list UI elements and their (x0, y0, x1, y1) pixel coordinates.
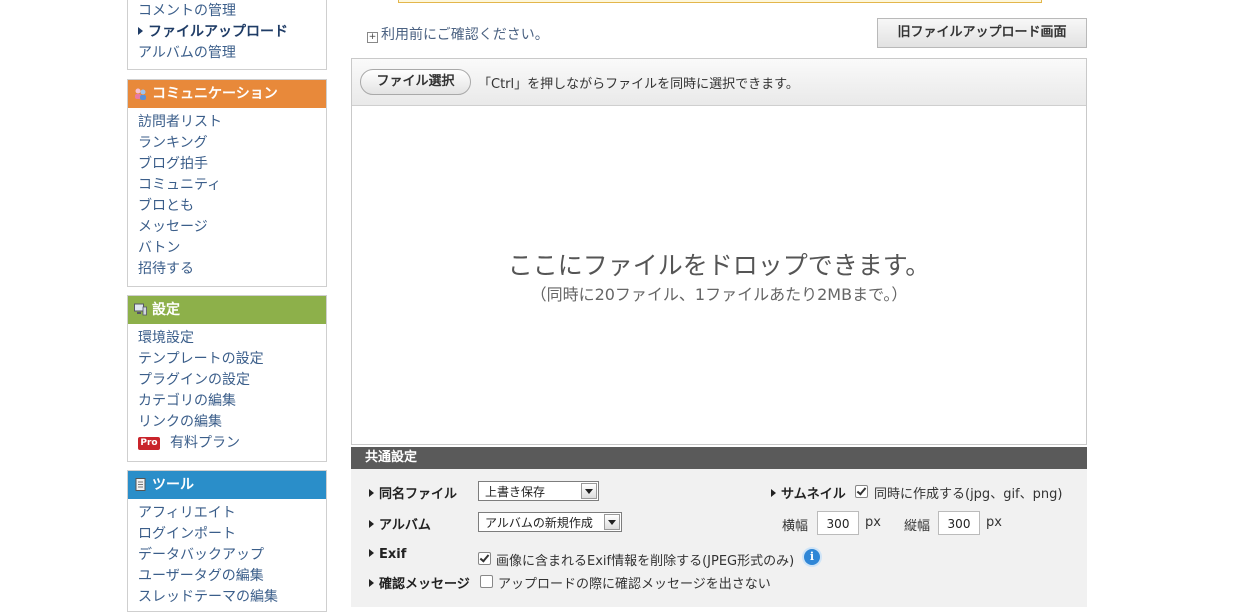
confirm-message-text: アップロードの際に確認メッセージを出さない (498, 577, 771, 592)
dropdown-arrow-icon (581, 483, 597, 499)
sidebar-item-applause[interactable]: ブログ拍手 (138, 154, 326, 175)
thumbnail-height-input[interactable]: 300 (938, 511, 980, 535)
sidebar-item-comment-manage[interactable]: コメントの管理 (138, 1, 326, 22)
sidebar-settings-header: 設定 (128, 296, 326, 324)
sidebar-item-baton[interactable]: バトン (138, 238, 326, 259)
sidebar-communication-header: コミュニケーション (128, 80, 326, 108)
sidebar-item-label: ファイルアップロード (148, 24, 288, 40)
confirm-message-label-text: 確認メッセージ (379, 577, 470, 592)
thumbnail-label-text: サムネイル (781, 487, 846, 502)
drop-zone-limit: （同時に20ファイル、1ファイルあたり2MBまで。） (530, 285, 908, 304)
triangle-icon (369, 489, 374, 497)
album-select-value: アルバムの新規作成 (485, 516, 593, 530)
triangle-icon (369, 520, 374, 528)
triangle-icon (369, 549, 374, 557)
sidebar-item-file-upload[interactable]: ファイルアップロード (138, 22, 326, 43)
old-upload-screen-button[interactable]: 旧ファイルアップロード画面 (877, 18, 1087, 48)
sidebar-item-data-backup[interactable]: データバックアップ (138, 545, 326, 566)
sidebar-item-plugin-settings[interactable]: プラグインの設定 (138, 370, 326, 391)
pro-badge-icon: Pro (138, 437, 160, 450)
thumbnail-width-label: 横幅 (782, 519, 809, 534)
exif-remove-checkbox[interactable] (478, 552, 491, 565)
drop-zone-title: ここにファイルをドロップできます。 (507, 251, 931, 280)
same-name-select-value: 上書き保存 (485, 485, 546, 499)
sidebar-item-paid-plan[interactable]: Pro 有料プラン (138, 433, 326, 454)
sidebar-item-affiliate[interactable]: アフィリエイト (138, 503, 326, 524)
people-icon (134, 82, 147, 100)
sidebar-item-label: 有料プラン (170, 435, 240, 451)
album-label-text: アルバム (379, 518, 431, 533)
sidebar-item-env-settings[interactable]: 環境設定 (138, 328, 326, 349)
sidebar-item-message[interactable]: メッセージ (138, 217, 326, 238)
sidebar-item-user-tag-edit[interactable]: ユーザータグの編集 (138, 566, 326, 587)
exif-label: Exif (369, 547, 406, 562)
document-icon (134, 473, 147, 491)
sidebar-item-log-import[interactable]: ログインポート (138, 524, 326, 545)
exif-remove-text: 画像に含まれるExif情報を削除する(JPEG形式のみ) (496, 554, 795, 569)
triangle-icon (771, 489, 776, 497)
common-settings-title: 共通設定 (351, 447, 1087, 469)
sidebar-item-link-edit[interactable]: リンクの編集 (138, 412, 326, 433)
sidebar-communication-section: コミュニケーション 訪問者リスト ランキング ブログ拍手 コミュニティ ブロとも… (127, 79, 327, 287)
common-settings-panel: 共通設定 同名ファイル 上書き保存 アルバム アルバムの新規作成 Exif 画像… (351, 447, 1087, 607)
sidebar-settings-title: 設定 (152, 302, 180, 318)
sidebar-item-album-manage[interactable]: アルバムの管理 (138, 43, 326, 64)
exif-label-text: Exif (379, 547, 407, 562)
sidebar-item-category-edit[interactable]: カテゴリの編集 (138, 391, 326, 412)
file-drop-zone[interactable]: ここにファイルをドロップできます。 （同時に20ファイル、1ファイルあたり2MB… (352, 106, 1086, 444)
sidebar-settings-section: 設定 環境設定 テンプレートの設定 プラグインの設定 カテゴリの編集 リンクの編… (127, 295, 327, 462)
thumbnail-label: サムネイル (771, 483, 846, 502)
same-name-select[interactable]: 上書き保存 (478, 481, 599, 501)
sidebar-item-visitors[interactable]: 訪問者リスト (138, 112, 326, 133)
monitor-icon (134, 298, 147, 316)
current-marker-icon (138, 27, 143, 35)
info-icon[interactable]: i (804, 549, 820, 565)
usage-notice-label: 利用前にご確認ください。 (381, 27, 549, 43)
confirm-message-label: 確認メッセージ (369, 573, 470, 592)
file-select-button[interactable]: ファイル選択 (360, 69, 471, 95)
thumbnail-create-text: 同時に作成する(jpg、gif、png) (874, 487, 1063, 502)
thumbnail-height-unit: px (986, 515, 1002, 530)
sidebar-item-invite[interactable]: 招待する (138, 259, 326, 280)
sidebar-blog-menu: コメントの管理 ファイルアップロード アルバムの管理 (127, 0, 327, 70)
sidebar-item-template-settings[interactable]: テンプレートの設定 (138, 349, 326, 370)
sidebar-tools-title: ツール (152, 477, 194, 493)
thumbnail-height-label: 縦幅 (904, 519, 931, 534)
sidebar-item-blotomo[interactable]: ブロとも (138, 196, 326, 217)
confirm-message-checkbox[interactable] (480, 575, 493, 588)
same-name-label-text: 同名ファイル (379, 487, 458, 502)
album-select[interactable]: アルバムの新規作成 (478, 512, 622, 532)
album-label: アルバム (369, 514, 431, 533)
triangle-icon (369, 579, 374, 587)
top-notice-box (398, 0, 1042, 3)
usage-notice-toggle[interactable]: + 利用前にご確認ください。 (367, 24, 549, 44)
thumbnail-width-unit: px (865, 515, 881, 530)
thumbnail-width-input[interactable]: 300 (817, 511, 859, 535)
upload-area: ファイル選択 「Ctrl」を押しながらファイルを同時に選択できます。 ここにファ… (351, 58, 1087, 445)
thumbnail-create-checkbox[interactable] (855, 485, 868, 498)
same-name-label: 同名ファイル (369, 483, 457, 502)
upload-toolbar: ファイル選択 「Ctrl」を押しながらファイルを同時に選択できます。 (352, 59, 1086, 106)
ctrl-hint-text: 「Ctrl」を押しながらファイルを同時に選択できます。 (478, 77, 799, 92)
sidebar-item-community[interactable]: コミュニティ (138, 175, 326, 196)
sidebar-item-thread-theme-edit[interactable]: スレッドテーマの編集 (138, 587, 326, 608)
expand-plus-icon: + (367, 32, 378, 43)
dropdown-arrow-icon (604, 514, 620, 530)
sidebar-item-ranking[interactable]: ランキング (138, 133, 326, 154)
sidebar-communication-title: コミュニケーション (152, 86, 278, 102)
sidebar-tools-section: ツール アフィリエイト ログインポート データバックアップ ユーザータグの編集 … (127, 470, 327, 612)
sidebar-tools-header: ツール (128, 471, 326, 499)
